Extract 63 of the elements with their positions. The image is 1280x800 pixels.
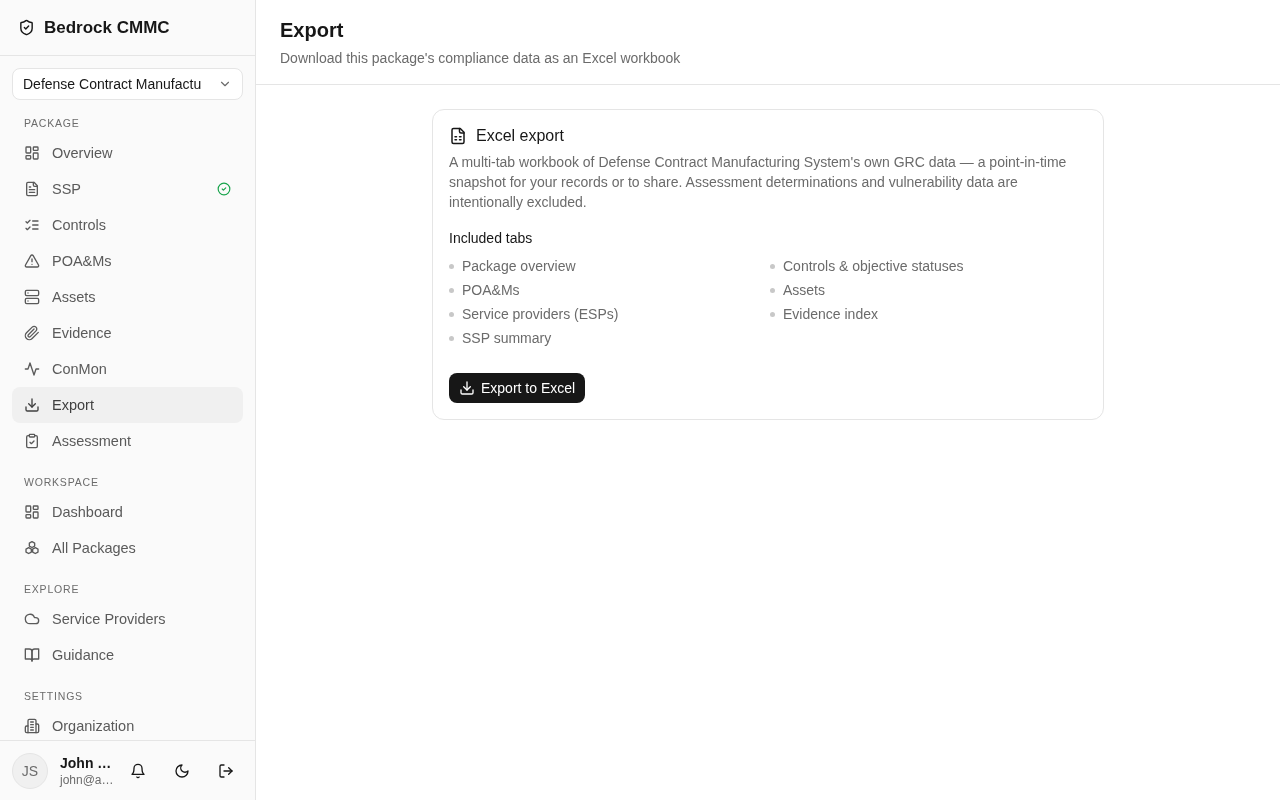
package-select[interactable]: Defense Contract Manufactu: [12, 68, 243, 100]
download-icon: [459, 380, 475, 396]
section-label: EXPLORE: [23, 582, 81, 596]
nav-item[interactable]: Evidence: [12, 315, 243, 351]
bullet-icon: [770, 311, 775, 317]
avatar: JS: [12, 752, 48, 789]
nav-item[interactable]: All Packages: [12, 530, 243, 566]
paperclip-icon: [24, 325, 40, 341]
server-icon: [24, 289, 40, 305]
building-icon: [24, 718, 40, 734]
bullet-icon: [449, 311, 454, 317]
dashboard-grid-icon: [24, 145, 40, 161]
bullet-icon: [449, 335, 454, 341]
list-item-text: Package overview: [462, 258, 576, 274]
user-name: John …: [60, 753, 110, 772]
bullet-icon: [770, 263, 775, 269]
shield-check-icon: [18, 19, 35, 36]
checklist-icon: [24, 217, 40, 233]
nav-item[interactable]: ConMon: [12, 351, 243, 387]
nav-item[interactable]: Guidance: [12, 637, 243, 673]
card-title: Excel export: [476, 126, 565, 146]
user-email: john@a…: [60, 771, 110, 788]
cloud-icon: [24, 611, 40, 627]
document-icon: [24, 181, 40, 197]
list-item-text: SSP summary: [462, 330, 552, 346]
bullet-icon: [449, 287, 454, 293]
page-subtitle: Download this package's compliance data as an Excel workbook: [280, 49, 682, 68]
included-tabs-heading: Included tabs: [449, 229, 534, 248]
bullet-icon: [770, 287, 775, 293]
list-item-text: Service providers (ESPs): [462, 306, 619, 322]
page-title: Export: [280, 18, 345, 43]
clipboard-check-icon: [24, 433, 40, 449]
bell-icon: [130, 762, 146, 779]
list-item-text: Controls & objective statuses: [783, 258, 964, 274]
download-icon: [24, 397, 40, 413]
nav-item[interactable]: Assets: [12, 279, 243, 315]
open-book-icon: [24, 647, 40, 663]
section-label: SETTINGS: [23, 689, 84, 703]
section-label: PACKAGE: [23, 116, 81, 130]
logout-icon: [218, 762, 234, 779]
nav-item[interactable]: Controls: [12, 207, 243, 243]
card-description: A multi-tab workbook of Defense Contract Manufacturing System's own GRC data — a point-in-time snapshot for your records or to share. Assessment determinations and vulnerability data are intentionally excluded.: [449, 153, 1068, 212]
export-button[interactable]: Export to Excel: [449, 373, 586, 403]
warning-triangle-icon: [24, 253, 40, 269]
section-label: WORKSPACE: [23, 475, 100, 489]
nav-item[interactable]: Export: [12, 387, 243, 423]
list-item-text: Evidence index: [783, 306, 878, 322]
nav-item[interactable]: Assessment: [12, 423, 243, 459]
bullet-icon: [449, 263, 454, 269]
list-item-text: Assets: [783, 282, 825, 298]
cubes-icon: [24, 540, 40, 556]
nav-item[interactable]: Dashboard: [12, 494, 243, 530]
list-item-text: POA&Ms: [462, 282, 520, 298]
nav-item[interactable]: SSP: [12, 171, 243, 207]
moon-icon: [174, 762, 190, 779]
nav-item[interactable]: POA&Ms: [12, 243, 243, 279]
spreadsheet-file-icon: [449, 127, 467, 145]
pulse-line-icon: [24, 361, 40, 377]
nav-item[interactable]: Organization: [12, 708, 243, 740]
nav-item[interactable]: Service Providers: [12, 601, 243, 637]
app-name: Bedrock CMMC: [44, 17, 170, 38]
dashboard-grid-icon: [24, 504, 40, 520]
nav-item[interactable]: Overview: [12, 135, 243, 171]
